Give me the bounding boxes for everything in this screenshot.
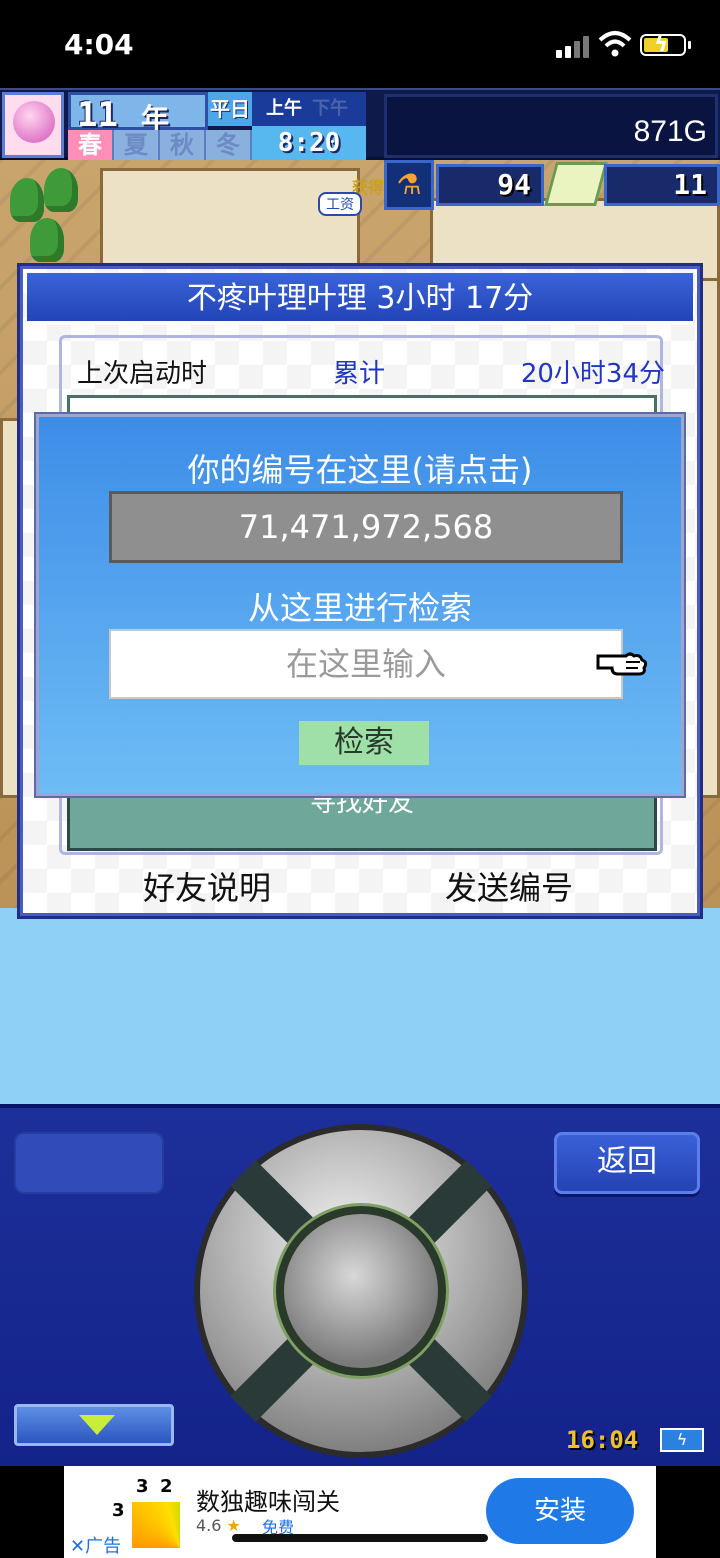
your-id-label: 你的编号在这里(请点击) [187, 451, 533, 489]
last-start-label: 上次启动时 [77, 359, 208, 389]
season-summer: 夏 [114, 130, 160, 160]
star-icon: ★ [226, 1516, 241, 1535]
device-time-display: 16:04 [566, 1426, 639, 1454]
cellular-signal-icon [556, 34, 592, 58]
wifi-icon [598, 31, 632, 57]
menu-slot-button[interactable] [14, 1132, 164, 1194]
find-friends-button[interactable]: 寻找好友 [67, 789, 657, 851]
money-display: 871G [384, 94, 718, 158]
year-display: 11 年 [68, 92, 208, 135]
friend-id-input[interactable]: 在这里输入 [109, 629, 623, 699]
research-flask-icon: ⚗ [384, 160, 434, 210]
total-label: 累计 [333, 359, 386, 389]
battery-icon: ϟ [640, 32, 686, 57]
search-button[interactable]: 检索 [299, 721, 429, 765]
pointing-hand-icon [596, 652, 648, 676]
cherry-blossom-icon [2, 92, 64, 158]
season-indicator: 春 夏 秋 冬 [68, 130, 252, 160]
chevron-down-icon [79, 1415, 115, 1435]
collapse-button[interactable] [14, 1404, 174, 1446]
game-clock: 8:20 [252, 126, 366, 160]
status-time: 4:04 [64, 28, 134, 61]
dpad-center-button[interactable] [276, 1206, 446, 1376]
close-icon[interactable]: ✕ [70, 1536, 85, 1557]
total-playtime: 20小时34分 [520, 359, 665, 389]
search-here-label: 从这里进行检索 [247, 589, 472, 627]
install-button[interactable]: 安装 [486, 1478, 634, 1544]
season-winter: 冬 [206, 130, 252, 160]
ad-tag[interactable]: ✕广告 [70, 1532, 121, 1558]
back-button[interactable]: 返回 [554, 1132, 700, 1194]
top-hud: 11 年 平日 上午 下午 春 夏 秋 冬 8:20 871G [0, 88, 720, 160]
status-bar: 4:04 ϟ [0, 0, 720, 88]
directional-pad[interactable] [194, 1124, 528, 1458]
wage-bubble: 工资 [318, 192, 362, 216]
search-popup: 你的编号在这里(请点击) 71,471,972,568 从这里进行检索 在这里输… [34, 412, 686, 798]
home-indicator[interactable] [232, 1534, 488, 1542]
season-spring: 春 [68, 130, 114, 160]
ad-rating: 4.6 ★ [196, 1516, 241, 1535]
resource-bar: ⚗ 94 11 [384, 160, 720, 210]
ad-banner[interactable]: 3 2 3 数独趣味闯关 4.6 ★ 免费 安装 ✕广告 [0, 1466, 720, 1558]
ad-app-title: 数独趣味闯关 [196, 1488, 340, 1516]
send-id-button[interactable]: 发送编号 [445, 863, 573, 909]
day-type: 平日 [208, 92, 252, 126]
season-autumn: 秋 [160, 130, 206, 160]
friend-help-button[interactable]: 好友说明 [143, 863, 271, 909]
am-pm-indicator: 上午 下午 [252, 92, 366, 126]
ticket-count: 11 [604, 164, 720, 206]
controller-panel: 返回 16:04 ϟ [0, 1104, 720, 1466]
playtime-row: 上次启动时 累计 20小时34分 [77, 353, 665, 389]
research-points: 94 [436, 164, 544, 206]
your-id-box[interactable]: 71,471,972,568 [109, 491, 623, 563]
battery-charging-icon: ϟ [660, 1428, 704, 1452]
ticket-icon [544, 162, 608, 206]
dialog-title: 不疼叶理叶理 3小时 17分 [27, 273, 693, 325]
